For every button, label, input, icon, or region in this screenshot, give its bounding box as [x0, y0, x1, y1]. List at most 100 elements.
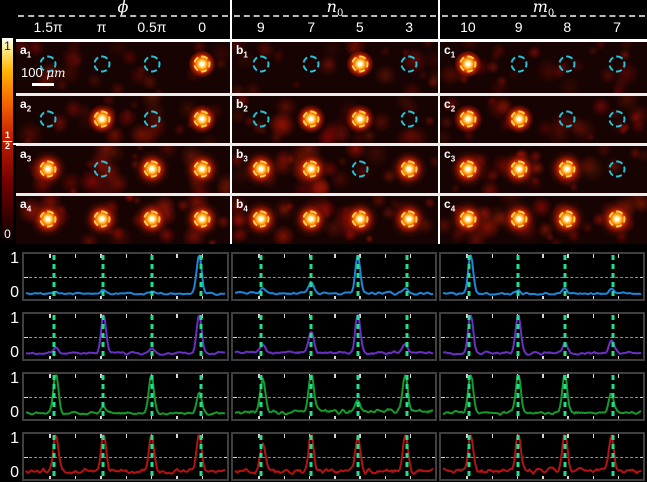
peak-marker-line: [405, 315, 408, 358]
axis-tick-label: 0: [198, 19, 206, 35]
panel-label: b1: [236, 43, 248, 59]
target-circle: [194, 110, 211, 127]
axis-tick-label: π: [97, 19, 107, 35]
panel-label: c1: [444, 43, 455, 59]
line-plot-b1: [231, 252, 437, 301]
target-circle: [559, 160, 576, 177]
panel-label: a1: [20, 43, 31, 59]
figure-root: ϕ 1.5ππ0.5π0 n0 9753 m0 10987 1 1 2 0 a1…: [0, 0, 647, 482]
target-circle: [252, 56, 269, 73]
panel-label-index: 4: [27, 204, 31, 213]
target-circle: [143, 110, 160, 127]
y-axis-label-max: 1: [1, 310, 19, 328]
target-circle: [351, 160, 368, 177]
panel-label-letter: c: [444, 147, 451, 161]
peak-marker-line: [611, 435, 614, 478]
peak-marker-line: [199, 255, 202, 298]
panel-label-letter: a: [20, 147, 27, 161]
scalebar-unit: μm: [46, 66, 65, 80]
heatmap-panel-b3: b3: [232, 146, 438, 194]
peak-marker-line: [516, 435, 519, 478]
panel-label-index: 1: [27, 50, 31, 59]
peak-marker-line: [53, 375, 56, 418]
target-circle: [194, 56, 211, 73]
line-plot-b3: [231, 372, 437, 421]
peak-marker-line: [260, 255, 263, 298]
peak-marker-line: [468, 435, 471, 478]
target-circle: [93, 56, 110, 73]
y-axis-label-max: 1: [1, 370, 19, 388]
peak-marker-line: [102, 375, 105, 418]
target-circle: [559, 56, 576, 73]
target-circle: [401, 160, 418, 177]
peak-marker-line: [260, 375, 263, 418]
peak-marker-line: [405, 435, 408, 478]
peak-marker-line: [357, 435, 360, 478]
peak-marker-line: [260, 315, 263, 358]
line-plot-b2: [231, 312, 437, 361]
peak-marker-line: [357, 255, 360, 298]
heatmap-panel-a1: a1 100 μm: [16, 42, 230, 93]
peak-marker-line: [516, 255, 519, 298]
peak-marker-line: [309, 315, 312, 358]
target-circle: [40, 110, 57, 127]
panel-label-index: 1: [243, 50, 247, 59]
header-dashed-line: [18, 15, 228, 17]
peak-marker-line: [199, 315, 202, 358]
axis-tick-label: 10: [460, 19, 476, 35]
peak-marker-line: [611, 375, 614, 418]
panel-label-index: 2: [451, 104, 455, 113]
target-circle: [40, 210, 57, 227]
panel-label-letter: a: [20, 97, 27, 111]
panel-label-letter: a: [20, 43, 27, 57]
peak-marker-line: [199, 375, 202, 418]
heatmap-panel-c1: c1: [440, 42, 647, 93]
panel-label: a4: [20, 197, 31, 213]
target-circle: [559, 110, 576, 127]
panel-label: c2: [444, 97, 455, 113]
panel-label-letter: a: [20, 197, 27, 211]
peak-marker-line: [405, 255, 408, 298]
panel-label: b4: [236, 197, 248, 213]
y-axis-label-min: 0: [1, 404, 19, 422]
peak-marker-line: [150, 375, 153, 418]
target-circle: [401, 210, 418, 227]
heatmap-panel-a4: a4: [16, 196, 230, 245]
heatmap-panel-b2: b2: [232, 96, 438, 144]
target-circle: [143, 160, 160, 177]
panel-label: a3: [20, 147, 31, 163]
header-dashed-line: [442, 15, 645, 17]
axis-tick-label: 5: [356, 19, 364, 35]
heatmap-panel-a2: a2: [16, 96, 230, 144]
panel-label: c4: [444, 197, 455, 213]
line-plot-a3: [22, 372, 229, 421]
peak-marker-line: [102, 315, 105, 358]
peak-marker-line: [102, 255, 105, 298]
y-axis-label-min: 0: [1, 464, 19, 482]
peak-marker-line: [53, 435, 56, 478]
target-circle: [459, 210, 476, 227]
axis-tick-label: 8: [563, 19, 571, 35]
target-circle: [143, 210, 160, 227]
target-circle: [608, 56, 625, 73]
target-circle: [510, 56, 527, 73]
header-group-m0: m0 10987: [440, 0, 647, 40]
target-circle: [608, 210, 625, 227]
peak-marker-line: [564, 375, 567, 418]
header-dashed-line: [234, 15, 436, 17]
line-plot-a1: [22, 252, 229, 301]
target-circle: [252, 210, 269, 227]
scalebar-value: 100: [21, 65, 43, 80]
target-circle: [559, 210, 576, 227]
line-plot-c1: [439, 252, 645, 301]
panel-label-letter: c: [444, 197, 451, 211]
target-circle: [510, 210, 527, 227]
axis-tick-label: 0.5π: [137, 19, 166, 35]
peak-marker-line: [611, 255, 614, 298]
colorbar-label-min: 0: [2, 227, 13, 241]
colorbar-half-tick: [13, 143, 18, 145]
peak-marker-line: [564, 435, 567, 478]
panel-label: a2: [20, 97, 31, 113]
peak-marker-line: [309, 255, 312, 298]
peak-marker-line: [357, 375, 360, 418]
